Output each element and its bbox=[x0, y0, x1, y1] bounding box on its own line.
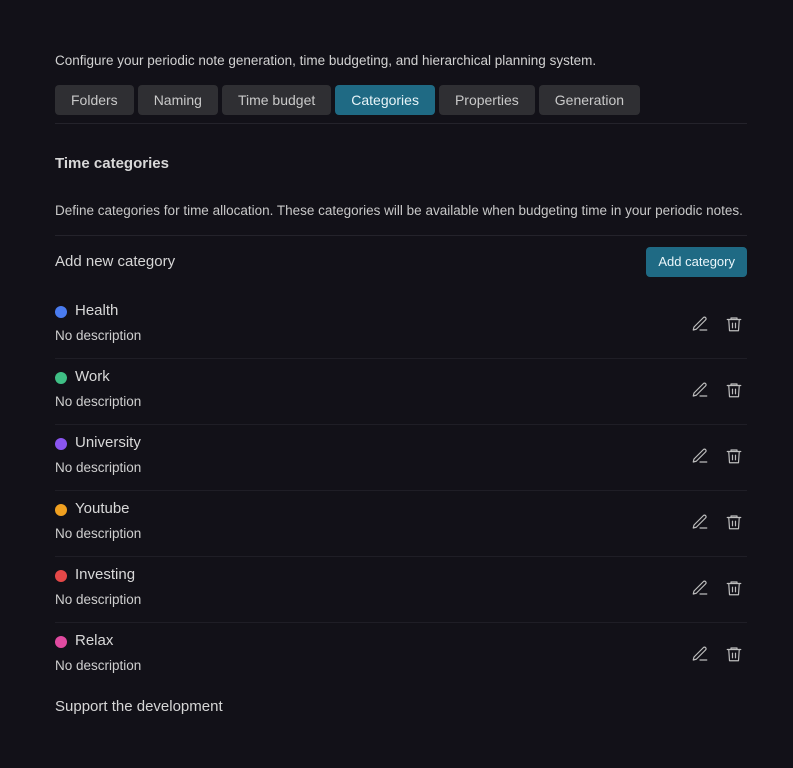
category-row: University No description bbox=[55, 425, 747, 491]
category-description: No description bbox=[55, 328, 142, 343]
add-category-button[interactable]: Add category bbox=[646, 247, 747, 277]
category-row: Work No description bbox=[55, 359, 747, 425]
section-title: Time categories bbox=[55, 155, 169, 172]
category-color-dot bbox=[55, 570, 67, 582]
pencil-icon[interactable] bbox=[691, 513, 709, 531]
add-category-label: Add new category bbox=[55, 253, 176, 270]
trash-icon[interactable] bbox=[725, 447, 743, 465]
category-color-dot bbox=[55, 636, 67, 648]
trash-icon[interactable] bbox=[725, 579, 743, 597]
category-description: No description bbox=[55, 394, 142, 409]
category-color-dot bbox=[55, 504, 67, 516]
category-name: Youtube bbox=[75, 500, 130, 517]
support-link[interactable]: Support the development bbox=[55, 698, 223, 715]
category-description: No description bbox=[55, 526, 142, 541]
category-color-dot bbox=[55, 438, 67, 450]
category-row: Youtube No description bbox=[55, 491, 747, 557]
tab-generation[interactable]: Generation bbox=[538, 85, 641, 115]
pencil-icon[interactable] bbox=[691, 447, 709, 465]
section-divider bbox=[55, 235, 747, 236]
settings-intro: Configure your periodic note generation,… bbox=[55, 53, 597, 68]
category-row: Relax No description bbox=[55, 623, 747, 689]
trash-icon[interactable] bbox=[725, 381, 743, 399]
category-name: Investing bbox=[75, 566, 136, 583]
tab-categories[interactable]: Categories bbox=[335, 85, 435, 115]
category-row: Health No description bbox=[55, 293, 747, 359]
trash-icon[interactable] bbox=[725, 315, 743, 333]
category-name: University bbox=[75, 434, 141, 451]
trash-icon[interactable] bbox=[725, 513, 743, 531]
category-description: No description bbox=[55, 592, 142, 607]
tab-time-budget[interactable]: Time budget bbox=[221, 85, 332, 115]
section-description: Define categories for time allocation. T… bbox=[55, 203, 743, 218]
category-name: Relax bbox=[75, 632, 114, 649]
category-color-dot bbox=[55, 306, 67, 318]
category-description: No description bbox=[55, 658, 142, 673]
category-color-dot bbox=[55, 372, 67, 384]
tabs-divider bbox=[55, 123, 747, 124]
category-name: Work bbox=[75, 368, 110, 385]
trash-icon[interactable] bbox=[725, 645, 743, 663]
tab-naming[interactable]: Naming bbox=[137, 85, 218, 115]
pencil-icon[interactable] bbox=[691, 645, 709, 663]
settings-tabs: Folders Naming Time budget Categories Pr… bbox=[55, 85, 641, 115]
tab-folders[interactable]: Folders bbox=[55, 85, 134, 115]
category-row: Investing No description bbox=[55, 557, 747, 623]
pencil-icon[interactable] bbox=[691, 579, 709, 597]
pencil-icon[interactable] bbox=[691, 315, 709, 333]
category-description: No description bbox=[55, 460, 142, 475]
tab-properties[interactable]: Properties bbox=[438, 85, 535, 115]
pencil-icon[interactable] bbox=[691, 381, 709, 399]
category-name: Health bbox=[75, 302, 119, 319]
